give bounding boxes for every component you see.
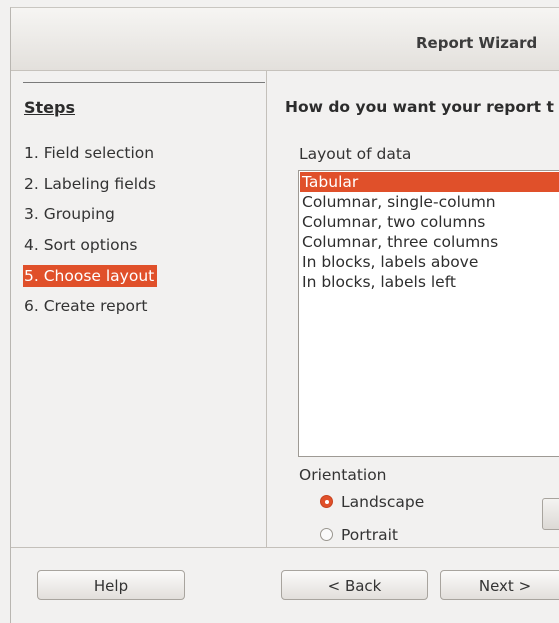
layout-option-columnar-three[interactable]: Columnar, three columns bbox=[300, 232, 559, 252]
layout-option-columnar-single[interactable]: Columnar, single-column bbox=[300, 192, 559, 212]
layout-panel: How do you want your report t Layout of … bbox=[267, 71, 559, 547]
radio-checked-icon[interactable] bbox=[320, 495, 333, 508]
title-bar[interactable]: Report Wizard bbox=[11, 8, 559, 71]
step-labeling-fields[interactable]: 2. Labeling fields bbox=[24, 173, 159, 195]
help-button[interactable]: Help bbox=[37, 570, 185, 600]
step-create-report[interactable]: 6. Create report bbox=[24, 295, 151, 317]
partial-button[interactable] bbox=[542, 498, 559, 530]
page-question: How do you want your report t bbox=[285, 98, 554, 116]
step-choose-layout[interactable]: 5. Choose layout bbox=[23, 265, 158, 287]
steps-heading: Steps bbox=[24, 98, 75, 117]
portrait-label: Portrait bbox=[341, 526, 398, 544]
report-wizard-dialog: Report Wizard Steps 1. Field selection 2… bbox=[10, 7, 559, 623]
layout-listbox[interactable]: Tabular Columnar, single-column Columnar… bbox=[298, 170, 559, 457]
sidebar-divider bbox=[23, 82, 265, 83]
radio-unchecked-icon[interactable] bbox=[320, 528, 333, 541]
layout-option-blocks-above[interactable]: In blocks, labels above bbox=[300, 252, 559, 272]
steps-sidebar: Steps 1. Field selection 2. Labeling fie… bbox=[11, 71, 266, 547]
landscape-label: Landscape bbox=[341, 493, 425, 511]
step-sort-options[interactable]: 4. Sort options bbox=[24, 234, 141, 256]
layout-option-tabular[interactable]: Tabular bbox=[300, 172, 559, 192]
next-button[interactable]: Next > bbox=[440, 570, 559, 600]
step-field-selection[interactable]: 1. Field selection bbox=[24, 142, 157, 164]
layout-of-data-label: Layout of data bbox=[299, 145, 412, 163]
step-grouping[interactable]: 3. Grouping bbox=[24, 203, 118, 225]
button-bar-divider bbox=[11, 547, 559, 548]
layout-option-blocks-left[interactable]: In blocks, labels left bbox=[300, 272, 559, 292]
back-button[interactable]: < Back bbox=[281, 570, 428, 600]
layout-option-columnar-two[interactable]: Columnar, two columns bbox=[300, 212, 559, 232]
orientation-label: Orientation bbox=[299, 466, 387, 484]
window-title: Report Wizard bbox=[416, 34, 538, 52]
